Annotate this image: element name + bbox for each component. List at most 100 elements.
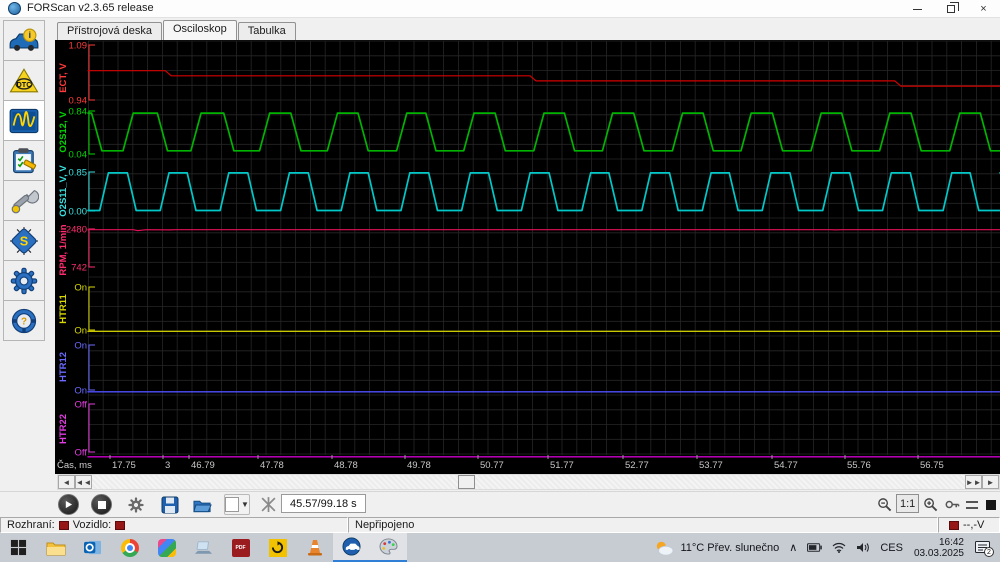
taskbar-item-chrome[interactable] [111,533,148,562]
outlook-icon [84,540,101,555]
svg-text:DTC: DTC [17,80,33,89]
scrollbar-track[interactable] [92,475,965,489]
taskbar-item-vlc[interactable] [296,533,333,562]
tests-clipboard-icon [13,147,37,173]
svg-text:?: ? [21,316,27,327]
time-tick-label-0: 17.75 [112,460,136,471]
time-tick-label-5: 49.78 [407,460,431,471]
tray-chevron-icon[interactable]: ∧ [789,541,797,554]
channel-label-RPM: RPM, 1/min [58,224,69,275]
scroll-left-icon[interactable]: ◄ [58,475,75,489]
chip-icon: S [10,226,38,255]
taskbar-item-pdf-reader[interactable]: PDF [222,533,259,562]
sidebar-item-settings[interactable] [3,260,45,301]
speaker-icon[interactable] [856,542,870,553]
tab-bar: Přístrojová deska Osciloskop Tabulka [57,20,297,40]
scale-top-HTR22: Off [75,400,88,411]
time-tick-label-3: 47.78 [260,460,284,471]
wrench-icon [11,189,39,213]
sidebar-item-oscilloscope[interactable] [3,100,45,141]
pdf-icon: PDF [231,538,250,557]
time-tick-label-9: 53.77 [699,460,723,471]
tab-table[interactable]: Tabulka [237,22,296,40]
scope-toolbar: ▼ 45.57/99.18 s 1:1 [0,491,1000,516]
time-tick-label-1: 3 [165,460,170,471]
scroll-fast-right-icon[interactable]: ►► [965,475,982,489]
clock[interactable]: 16:42 03.03.2025 [914,537,964,559]
taskbar-item-sync-app[interactable] [259,533,296,562]
horizontal-scrollbar[interactable]: ◄ ◄◄ ►► ► [57,474,1000,490]
start-button[interactable] [0,533,37,562]
scroll-fast-left-icon[interactable]: ◄◄ [75,475,92,489]
gear-icon [128,496,144,513]
channel-label-HTR12: HTR12 [58,352,69,382]
filled-square-icon [986,499,996,510]
scale-bottom-HTR11: On [74,326,87,337]
sidebar-item-tests[interactable] [3,140,45,181]
battery-icon[interactable] [807,543,823,552]
play-icon [65,500,73,509]
chrome-icon [120,538,139,557]
time-tick-label-10: 54.77 [774,460,798,471]
scroll-right-icon[interactable]: ► [982,475,999,489]
close-button[interactable]: × [967,0,1000,18]
scope-settings-button[interactable] [124,494,148,515]
stop-button[interactable] [91,494,112,515]
taskbar-item-file-explorer[interactable] [37,533,74,562]
sidebar-item-vehicle-info[interactable]: i [3,20,45,61]
taskbar-item-photos[interactable] [148,533,185,562]
tab-oscilloscope[interactable]: Osciloskop [162,20,237,40]
forscan-icon [342,537,361,556]
sidebar-item-help[interactable]: ? [3,300,45,341]
taskbar-item-forscan[interactable] [333,533,370,562]
restore-button[interactable] [934,0,967,18]
zoom-out-icon [878,498,892,512]
marker-tool-button[interactable] [943,494,962,515]
weather-sun-cloud-icon [657,541,674,556]
fill-style-button[interactable] [982,494,1000,515]
save-button[interactable] [158,494,182,515]
scale-bottom-O2S11: 0.00 [69,207,88,218]
battery-voltage: --,-V [938,517,1000,533]
weather-widget[interactable]: 11°C Přev. slunečno [653,539,779,557]
channel-label-HTR11: HTR11 [58,294,69,324]
sidebar-item-dtc[interactable]: DTC [3,60,45,101]
zoom-out-button[interactable] [874,494,895,515]
sidebar-item-configuration[interactable]: S [3,220,45,261]
taskbar-item-paint[interactable] [370,533,407,562]
scrollbar-thumb[interactable] [458,475,475,489]
time-tick-label-4: 48.78 [334,460,358,471]
taskbar-item-outlook[interactable] [74,533,111,562]
interface-status-led [58,520,69,530]
time-tick-label-2: 46.79 [191,460,215,471]
double-lines-icon [966,500,978,509]
interface-label: Rozhraní: [7,519,55,531]
clock-time: 16:42 [938,536,964,548]
line-style-button[interactable] [963,494,981,515]
tab-dashboard[interactable]: Přístrojová deska [57,22,162,40]
zoom-ratio-button[interactable]: 1:1 [896,494,920,513]
notification-center-button[interactable]: 2 [975,541,994,557]
clear-markers-button[interactable] [256,494,280,515]
wifi-icon[interactable] [832,542,846,553]
time-tick-label-7: 51.77 [550,460,574,471]
signal-select-dropdown[interactable]: ▼ [224,494,250,515]
open-button[interactable] [190,494,214,515]
time-tick-label-8: 52.77 [625,460,649,471]
stop-icon [97,500,106,509]
file-explorer-icon [46,542,65,555]
taskbar-item-remote-desktop[interactable] [185,533,222,562]
gear-icon [10,267,38,294]
language-indicator[interactable]: CES [880,542,903,554]
laptop-icon [194,540,213,554]
play-button[interactable] [58,494,79,515]
minimize-button[interactable] [901,0,934,18]
status-bar: Rozhraní: Vozidlo: Nepřipojeno --,-V [0,517,1000,533]
chevron-down-icon: ▼ [241,500,249,509]
zoom-in-button[interactable] [920,494,941,515]
channel-label-O2S11: O2S11_V, V [58,165,69,217]
help-steering-wheel-icon: ? [11,308,37,333]
dtc-warning-icon: DTC [9,68,39,93]
time-tick-label-6: 50.77 [480,460,504,471]
sidebar-item-service[interactable] [3,180,45,221]
